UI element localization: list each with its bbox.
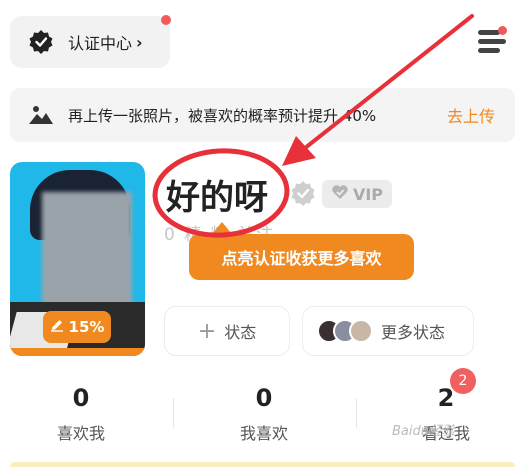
pencil-icon bbox=[50, 318, 64, 336]
bottom-strip bbox=[10, 462, 515, 467]
status-label: 状态 bbox=[224, 323, 257, 342]
more-status-button[interactable]: 更多状态 bbox=[302, 306, 474, 356]
photo-progress-edge bbox=[10, 348, 145, 356]
banner-message: 再上传一张照片，被喜欢的概率预计提升 40% bbox=[68, 106, 377, 125]
notification-dot bbox=[161, 15, 171, 25]
heart-vip-icon bbox=[331, 184, 349, 204]
more-status-label: 更多状态 bbox=[381, 323, 446, 342]
certification-center-button[interactable]: 认证中心 › bbox=[10, 16, 170, 68]
stat-i-like[interactable]: 0 我喜欢 bbox=[194, 384, 334, 444]
upload-link[interactable]: 去上传 bbox=[447, 103, 495, 127]
status-avatars bbox=[317, 319, 373, 343]
upload-photo-banner[interactable]: 再上传一张照片，被喜欢的概率预计提升 40% 去上传 bbox=[10, 88, 515, 142]
avatar bbox=[349, 319, 373, 343]
stat-likes-me[interactable]: 0 喜欢我 bbox=[11, 384, 151, 444]
certify-tooltip[interactable]: 点亮认证收获更多喜欢 bbox=[189, 234, 414, 280]
menu-notification-dot bbox=[498, 26, 507, 35]
vip-badge[interactable]: VIP bbox=[322, 180, 392, 208]
username: 好的呀 bbox=[166, 178, 268, 218]
stat-label: 喜欢我 bbox=[56, 424, 105, 443]
certification-center-label: 认证中心 bbox=[68, 34, 133, 53]
stat-divider bbox=[356, 398, 357, 428]
shield-check-icon[interactable] bbox=[290, 180, 316, 208]
stat-divider bbox=[173, 398, 174, 428]
plus-icon: + bbox=[197, 318, 217, 344]
profile-completion-badge[interactable]: 15% bbox=[43, 311, 111, 343]
stat-value: 0 bbox=[255, 384, 273, 412]
stat-label: 我喜欢 bbox=[239, 424, 288, 443]
tooltip-arrow bbox=[212, 222, 232, 234]
views-count-badge: 2 bbox=[450, 368, 476, 394]
profile-completion-label: 15% bbox=[68, 318, 105, 336]
stat-value: 0 bbox=[72, 384, 90, 412]
verified-badge-icon bbox=[28, 29, 54, 55]
watermark: Baidu经验 bbox=[392, 424, 455, 439]
chevron-right-icon: › bbox=[136, 32, 143, 52]
add-status-button[interactable]: + 状态 bbox=[164, 306, 290, 356]
vip-label: VIP bbox=[352, 184, 384, 204]
stat-value: 2 bbox=[437, 384, 455, 412]
image-mountain-icon bbox=[28, 104, 54, 126]
